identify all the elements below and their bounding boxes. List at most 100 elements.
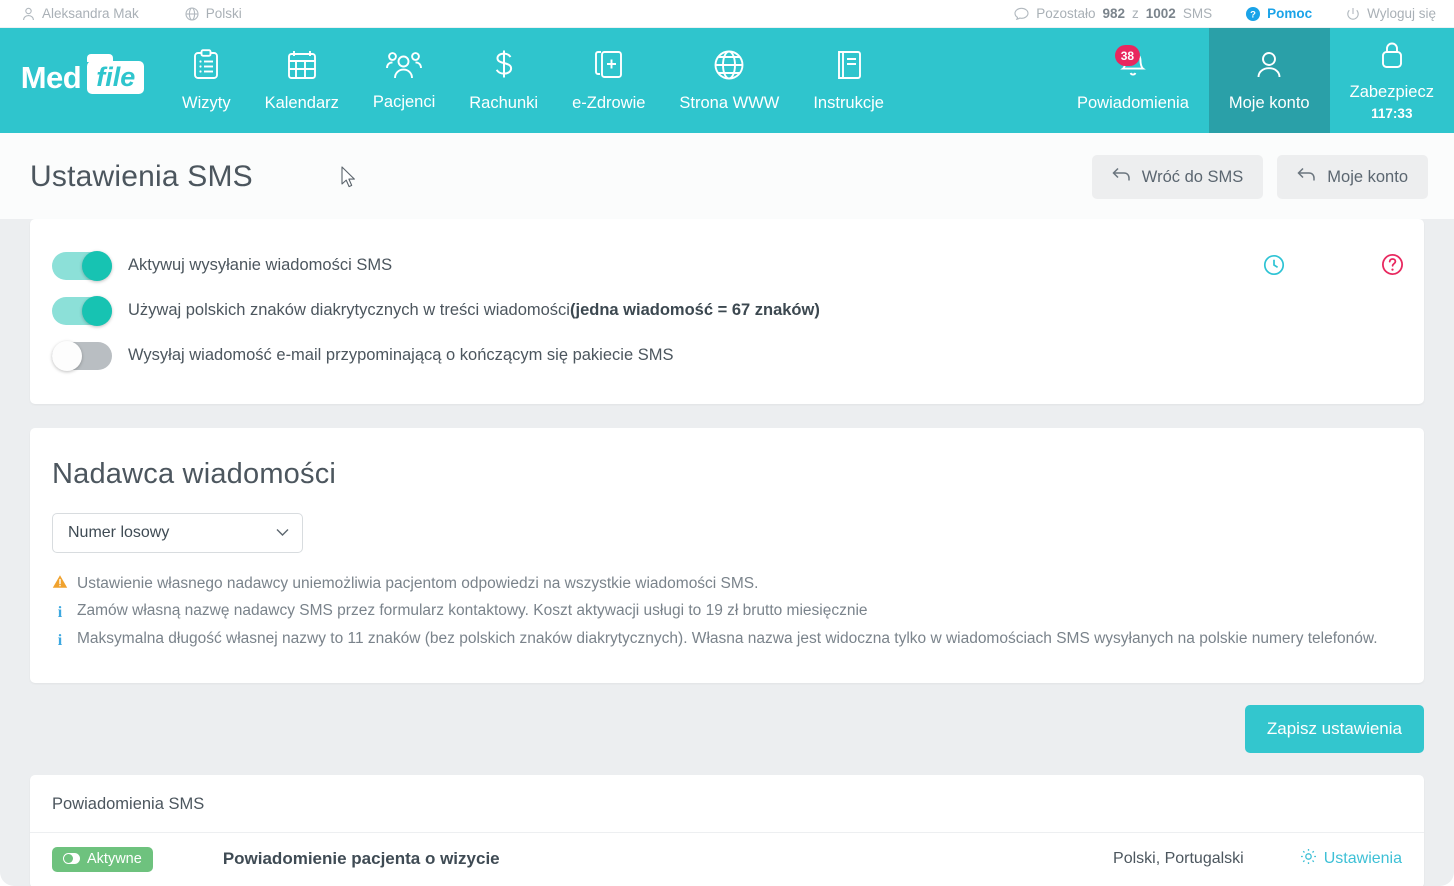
sender-note-warning: Ustawienie własnego nadawcy uniemożliwia… [52,571,1398,598]
sender-card: Nadawca wiadomości Numer losowy Ustawien… [30,428,1424,683]
nav-label-instrukcje: Instrukcje [813,94,884,113]
toggle-email-reminder[interactable] [52,342,112,370]
page-header-actions: Wróć do SMS Moje konto [1092,155,1428,199]
nav-item-moje-konto[interactable]: Moje konto [1209,28,1330,133]
back-to-sms-label: Wróć do SMS [1142,168,1243,187]
nav-item-rachunki[interactable]: Rachunki [452,28,555,133]
notifications-badge: 38 [1115,45,1140,66]
nav-label-kalendarz: Kalendarz [265,94,339,113]
nav-label-wizyty: Wizyty [182,94,231,113]
gear-icon [1300,848,1317,870]
info-icon: i [52,628,68,654]
sms-balance-prefix: Pozostało [1036,6,1095,21]
svg-text:?: ? [1250,9,1256,20]
help-link[interactable]: ? Pomoc [1246,6,1312,21]
chat-bubble-icon [1014,7,1029,21]
user-icon [1254,49,1284,86]
back-arrow-icon [1297,167,1316,187]
toggle-label-diacritics-text: Używaj polskich znaków diakrytycznych w … [128,301,570,319]
sms-settings-card: Aktywuj wysyłanie wiadomości SMS Używaj … [30,219,1424,404]
sender-title: Nadawca wiadomości [52,458,1398,491]
page-body: Aktywuj wysyłanie wiadomości SMS Używaj … [0,219,1454,886]
logo-med-text: Med [21,60,82,96]
sms-balance-used: 982 [1102,6,1125,21]
user-icon [22,7,35,21]
power-icon [1346,7,1360,21]
nav-item-wizyty[interactable]: Wizyty [165,28,248,133]
logout-link[interactable]: Wyloguj się [1346,6,1436,21]
toggle-row-email-reminder: Wysyłaj wiadomość e-mail przypominającą … [52,333,1402,378]
nav-item-zabezpiecz[interactable]: Zabezpiecz 117:33 [1330,28,1454,133]
app-window: Aleksandra Mak Polski Pozostało [0,0,1454,886]
sender-note-warning-text: Ustawienie własnego nadawcy uniemożliwia… [77,571,758,597]
save-row: Zapisz ustawienia [30,705,1424,753]
nav-item-powiadomienia[interactable]: 38 Powiadomienia [1057,28,1209,133]
notification-settings-link[interactable]: Ustawienia [1300,848,1402,870]
notification-row-right: Polski, Portugalski Ustawienia [1113,848,1402,870]
warning-triangle-icon [52,573,68,598]
sender-note-info-2-text: Maksymalna długość własnej nazwy to 11 z… [77,626,1378,652]
sms-notifications-card: Powiadomienia SMS Aktywne Powiadomienie … [30,775,1424,886]
toggle-label-diacritics-note: (jedna wiadomość = 67 znaków) [570,301,820,319]
nav-item-kalendarz[interactable]: Kalendarz [248,28,356,133]
nav-label-powiadomienia: Powiadomienia [1077,94,1189,113]
nav-label-zabezpiecz: Zabezpiecz [1350,83,1434,102]
status-badge-label: Aktywne [87,851,142,867]
toggle-label-diacritics: Używaj polskich znaków diakrytycznych w … [128,301,820,320]
sms-balance-total: 1002 [1146,6,1176,21]
nav-label-e-zdrowie: e-Zdrowie [572,94,645,113]
clipboard-icon [191,49,221,86]
toggle-activate-sms[interactable] [52,252,112,280]
medical-file-icon [593,49,625,86]
back-to-sms-button[interactable]: Wróć do SMS [1092,155,1263,199]
card-icon-group [1263,253,1404,281]
nav-item-pacjenci[interactable]: Pacjenci [356,28,452,133]
sms-balance-suffix: SMS [1183,6,1212,21]
nav-right-group: 38 Powiadomienia Moje konto [1057,28,1454,133]
language-selector[interactable]: Polski [185,6,242,21]
nav-label-moje-konto: Moje konto [1229,94,1310,113]
notification-name: Powiadomienie pacjenta o wizycie [223,849,500,869]
main-navigation: Med file Wizyty [0,28,1454,133]
status-badge[interactable]: Aktywne [52,847,153,872]
help-circle-icon: ? [1246,7,1260,21]
toggle-diacritics[interactable] [52,297,112,325]
book-icon [834,49,864,86]
sender-select[interactable]: Numer losowy [52,513,303,553]
nav-item-strona-www[interactable]: Strona WWW [662,28,796,133]
table-row: Aktywne Powiadomienie pacjenta o wizycie… [30,833,1424,886]
toggle-row-activate-sms: Aktywuj wysyłanie wiadomości SMS [52,243,1402,288]
topbar-right: Pozostało 982 z 1002 SMS ? Pomoc Wyloguj… [1014,6,1436,21]
people-icon [386,50,422,85]
logo[interactable]: Med file [0,28,165,133]
current-user-label: Aleksandra Mak [42,6,139,21]
page-title: Ustawienia SMS [30,160,253,194]
globe-icon [185,7,199,21]
nav-items: Wizyty Kalendarz [165,28,901,133]
security-timer: 117:33 [1371,106,1412,121]
nav-item-e-zdrowie[interactable]: e-Zdrowie [555,28,662,133]
globe-icon [713,49,745,86]
save-settings-button[interactable]: Zapisz ustawienia [1245,705,1424,753]
info-icon: i [52,600,68,626]
my-account-label: Moje konto [1327,168,1408,187]
topbar-left: Aleksandra Mak Polski [22,6,242,21]
toggle-row-diacritics: Używaj polskich znaków diakrytycznych w … [52,288,1402,333]
dollar-icon [491,49,517,86]
question-circle-icon[interactable] [1381,253,1404,281]
toggle-label-activate-sms: Aktywuj wysyłanie wiadomości SMS [128,256,392,275]
page-header: Ustawienia SMS Wróć do SMS Moje konto [0,133,1454,219]
sender-note-info-2: i Maksymalna długość własnej nazwy to 11… [52,626,1398,654]
nav-item-instrukcje[interactable]: Instrukcje [796,28,901,133]
notification-languages: Polski, Portugalski [1113,850,1244,868]
nav-label-strona-www: Strona WWW [679,94,779,113]
back-arrow-icon [1112,167,1131,187]
language-label: Polski [206,6,242,21]
current-user[interactable]: Aleksandra Mak [22,6,139,21]
nav-label-ezdrowie-dollar: Rachunki [469,94,538,113]
clock-icon[interactable] [1263,254,1285,281]
my-account-button[interactable]: Moje konto [1277,155,1428,199]
toggle-label-email-reminder: Wysyłaj wiadomość e-mail przypominającą … [128,346,673,365]
notification-settings-label: Ustawienia [1324,850,1402,868]
nav-label-pacjenci: Pacjenci [373,93,435,112]
